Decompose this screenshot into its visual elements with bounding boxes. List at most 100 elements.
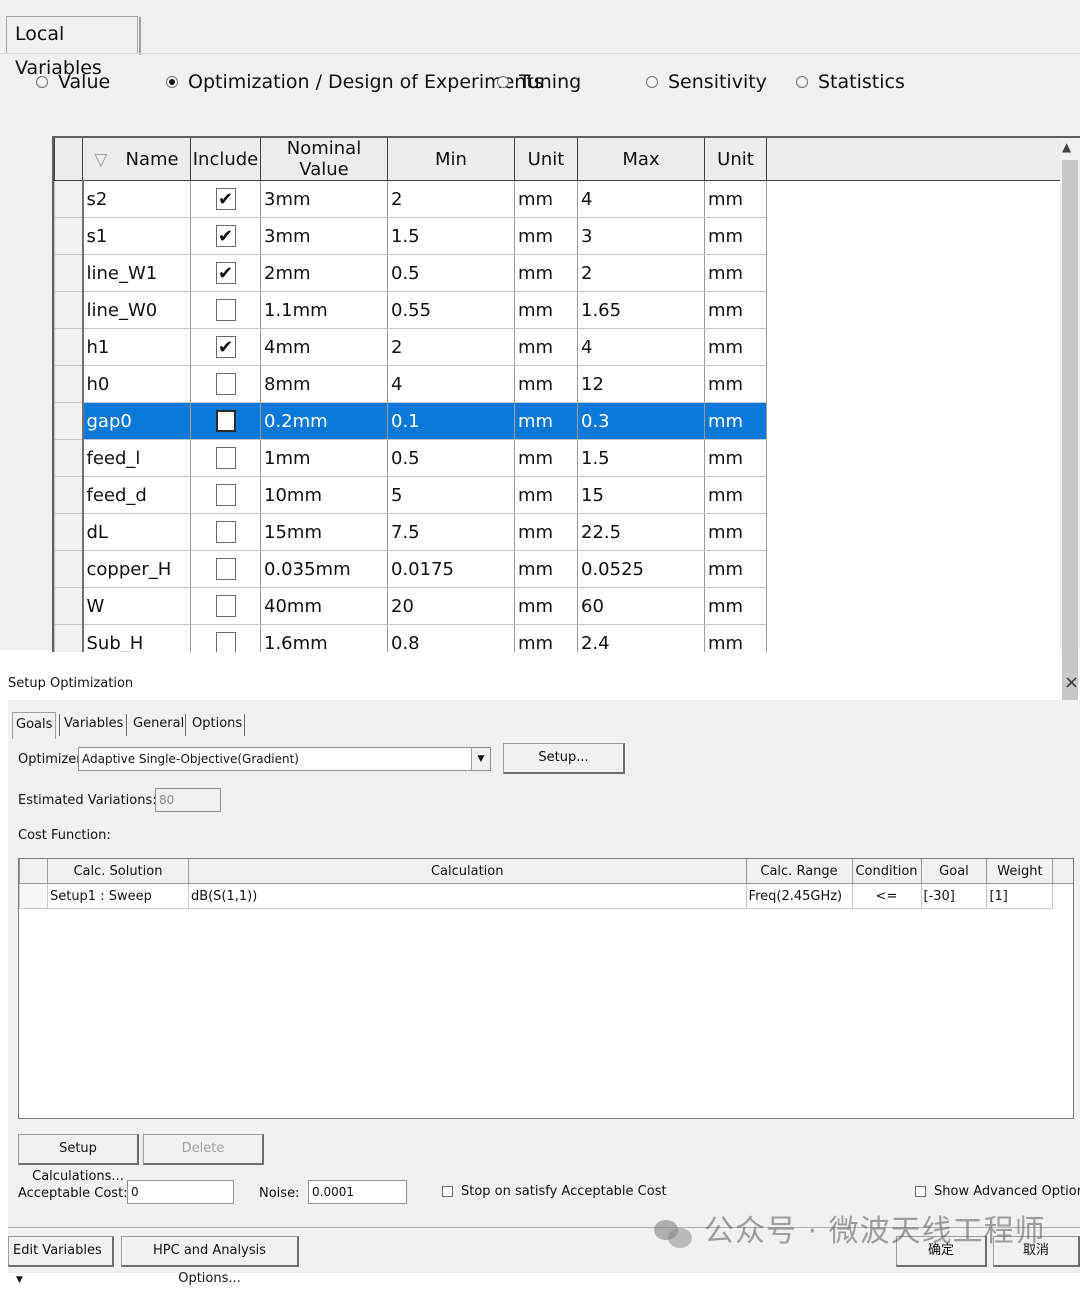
column-header-weight[interactable]: Weight — [986, 859, 1054, 884]
cell-name[interactable]: W — [82, 587, 191, 625]
cell-nominal[interactable]: 8mm — [260, 365, 388, 403]
setup-button[interactable]: Setup... — [503, 743, 625, 774]
cell-max-unit[interactable]: mm — [704, 291, 767, 329]
cell-max[interactable]: 4 — [577, 180, 705, 218]
column-header-calc-range[interactable]: Calc. Range — [745, 859, 853, 884]
cell-min-unit[interactable]: mm — [514, 254, 578, 292]
cell-include[interactable] — [190, 291, 261, 329]
checkbox-icon[interactable] — [215, 447, 236, 469]
cell-max[interactable]: 0.0525 — [577, 550, 705, 588]
cell-nominal[interactable]: 1mm — [260, 439, 388, 477]
variable-row[interactable]: copper_H 0.035mm 0.0175 mm 0.0525 mm — [54, 550, 1067, 588]
cell-nominal[interactable]: 3mm — [260, 217, 388, 255]
variable-row[interactable]: line_W1 ✔ 2mm 0.5 mm 2 mm — [54, 254, 1067, 292]
cell-max-unit[interactable]: mm — [704, 587, 767, 625]
cell-include[interactable] — [190, 624, 261, 652]
variable-row[interactable]: h1 ✔ 4mm 2 mm 4 mm — [54, 328, 1067, 366]
radio-optimization-doe[interactable]: Optimization / Design of Experiments — [166, 68, 544, 96]
checkbox-icon[interactable] — [215, 410, 236, 432]
cell-min-unit[interactable]: mm — [514, 587, 578, 625]
cell-include[interactable] — [190, 402, 261, 440]
cell-max-unit[interactable]: mm — [704, 513, 767, 551]
cell-name[interactable]: h1 — [82, 328, 191, 366]
column-header-calculation[interactable]: Calculation — [187, 859, 747, 884]
checkbox-icon[interactable] — [215, 484, 236, 506]
variable-row[interactable]: line_W0 1.1mm 0.55 mm 1.65 mm — [54, 291, 1067, 329]
column-header-min[interactable]: Min — [387, 138, 515, 181]
cost-row[interactable]: Setup1 : Sweep dB(S(1,1)) Freq(2.45GHz) … — [19, 883, 1074, 909]
cell-name[interactable]: s1 — [82, 217, 191, 255]
checkbox-checked-icon[interactable]: ✔ — [215, 225, 236, 247]
optimizer-select[interactable]: Adaptive Single-Objective(Gradient) ▼ — [78, 747, 491, 771]
row-header[interactable] — [54, 550, 84, 588]
cell-name[interactable]: h0 — [82, 365, 191, 403]
cell-min-unit[interactable]: mm — [514, 180, 578, 218]
cell-name[interactable]: s2 — [82, 180, 191, 218]
variable-row[interactable]: gap0 0.2mm 0.1 mm 0.3 mm — [54, 402, 1067, 440]
cell-include[interactable]: ✔ — [190, 328, 261, 366]
cell-max[interactable]: 15 — [577, 476, 705, 514]
row-header[interactable] — [54, 291, 84, 329]
cell-max-unit[interactable]: mm — [704, 365, 767, 403]
cell-max[interactable]: 22.5 — [577, 513, 705, 551]
cell-max[interactable]: 12 — [577, 365, 705, 403]
cell-nominal[interactable]: 1.1mm — [260, 291, 388, 329]
column-header-condition[interactable]: Condition — [851, 859, 922, 884]
checkbox-icon[interactable] — [215, 299, 236, 321]
cell-name[interactable]: line_W1 — [82, 254, 191, 292]
cell-min[interactable]: 4 — [387, 365, 515, 403]
cell-nominal[interactable]: 40mm — [260, 587, 388, 625]
filter-icon[interactable]: ▽ — [94, 150, 107, 170]
variable-row[interactable]: feed_l 1mm 0.5 mm 1.5 mm — [54, 439, 1067, 477]
row-header[interactable] — [54, 328, 84, 366]
cost-cell-goal[interactable]: [-30] — [920, 883, 988, 909]
cell-include[interactable]: ✔ — [190, 217, 261, 255]
tab-local-variables[interactable]: Local Variables — [6, 16, 141, 79]
cell-min-unit[interactable]: mm — [514, 291, 578, 329]
grid-scrollbar[interactable]: ▲ — [1060, 138, 1080, 746]
cell-include[interactable] — [190, 513, 261, 551]
cost-cell-range[interactable]: Freq(2.45GHz) — [745, 883, 853, 909]
column-header-max[interactable]: Max — [577, 138, 705, 181]
row-header[interactable] — [54, 587, 84, 625]
scroll-up-icon[interactable]: ▲ — [1062, 140, 1071, 154]
cell-include[interactable] — [190, 439, 261, 477]
close-icon[interactable]: × — [1064, 672, 1079, 693]
cell-min[interactable]: 0.8 — [387, 624, 515, 652]
radio-statistics[interactable]: Statistics — [796, 68, 905, 96]
cost-cell-calculation[interactable]: dB(S(1,1)) — [187, 883, 747, 909]
variable-row[interactable]: feed_d 10mm 5 mm 15 mm — [54, 476, 1067, 514]
radio-value[interactable]: Value — [36, 68, 110, 96]
checkbox-icon[interactable] — [442, 1186, 453, 1197]
cell-name[interactable]: feed_d — [82, 476, 191, 514]
variable-row[interactable]: s2 ✔ 3mm 2 mm 4 mm — [54, 180, 1067, 218]
cell-name[interactable]: Sub_H — [82, 624, 191, 652]
cell-nominal[interactable]: 3mm — [260, 180, 388, 218]
cost-row-header[interactable] — [19, 883, 48, 909]
checkbox-icon[interactable] — [215, 595, 236, 617]
cell-max[interactable]: 3 — [577, 217, 705, 255]
cell-min[interactable]: 1.5 — [387, 217, 515, 255]
cell-max[interactable]: 60 — [577, 587, 705, 625]
variable-row[interactable]: h0 8mm 4 mm 12 mm — [54, 365, 1067, 403]
cell-max[interactable]: 4 — [577, 328, 705, 366]
cell-max-unit[interactable]: mm — [704, 402, 767, 440]
cell-max[interactable]: 1.65 — [577, 291, 705, 329]
cell-max-unit[interactable]: mm — [704, 624, 767, 652]
cell-max[interactable]: 0.3 — [577, 402, 705, 440]
column-header-min-unit[interactable]: Unit — [514, 138, 578, 181]
cell-min[interactable]: 20 — [387, 587, 515, 625]
tab-variables[interactable]: Variables — [61, 712, 126, 736]
cell-min-unit[interactable]: mm — [514, 328, 578, 366]
cell-nominal[interactable]: 15mm — [260, 513, 388, 551]
chevron-down-icon[interactable]: ▼ — [471, 748, 490, 770]
delete-button[interactable]: Delete — [143, 1134, 264, 1165]
checkbox-icon[interactable] — [215, 373, 236, 395]
cell-nominal[interactable]: 4mm — [260, 328, 388, 366]
cell-min-unit[interactable]: mm — [514, 624, 578, 652]
row-header[interactable] — [54, 402, 84, 440]
cell-nominal[interactable]: 2mm — [260, 254, 388, 292]
cell-max-unit[interactable]: mm — [704, 217, 767, 255]
row-header[interactable] — [54, 476, 84, 514]
noise-input[interactable]: 0.0001 — [308, 1180, 407, 1204]
